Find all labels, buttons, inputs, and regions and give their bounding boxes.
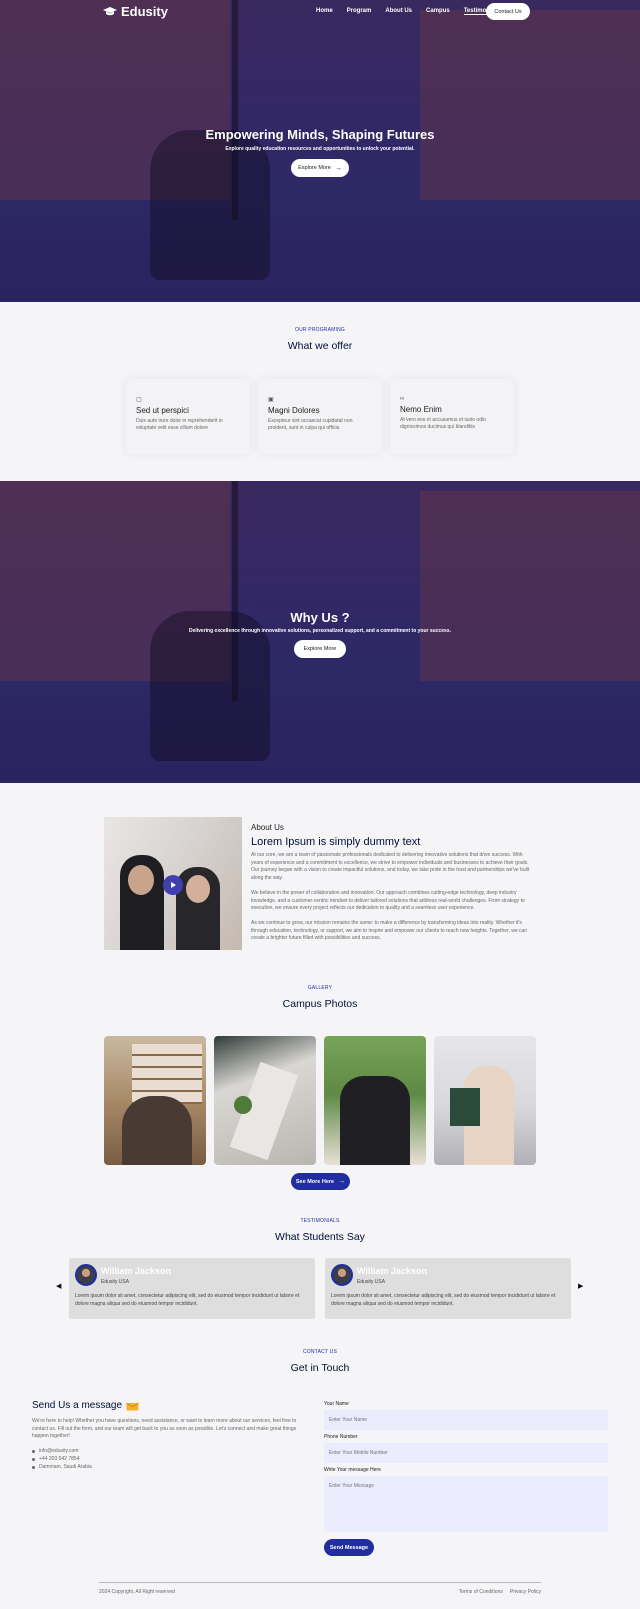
why-title: Why Us ? [290, 610, 350, 625]
phone-field[interactable] [324, 1443, 608, 1463]
gallery-photo-library[interactable] [104, 1036, 206, 1165]
contact-location-text: Dammam, Saudi Arabia [39, 1464, 92, 1470]
about-tag: About Us [251, 823, 284, 832]
about-title: Lorem Ipsum is simply dummy text [251, 836, 421, 848]
prev-arrow-icon[interactable]: ◀ [56, 1282, 61, 1290]
contact-tag: CONTACT US [302, 1349, 338, 1355]
brand-name: Edusity [121, 4, 168, 19]
graduate-face [186, 875, 210, 903]
offer-card-title: Sed ut perspici [136, 406, 189, 415]
graduates-figure [340, 1076, 410, 1165]
message-field[interactable] [324, 1476, 608, 1532]
privacy-link[interactable]: Privacy Policy [510, 1589, 541, 1595]
send-message-button[interactable]: Send Message [324, 1539, 374, 1556]
bookshelf [132, 1044, 202, 1104]
hero-building-right [420, 10, 640, 200]
gallery-photo-diploma[interactable] [434, 1036, 536, 1165]
avatar [75, 1264, 97, 1286]
graduation-cap-icon [103, 6, 117, 15]
contact-us-button[interactable]: Contact Us [486, 3, 530, 20]
contact-phone[interactable]: +44 203 542 7854 [32, 1455, 92, 1463]
hero-students [150, 130, 270, 280]
terms-link[interactable]: Terms of Conditions [459, 1589, 503, 1595]
testimonial-name: William Jackson [357, 1266, 427, 1276]
gallery-title: Campus Photos [282, 998, 358, 1010]
nav-link-about[interactable]: About Us [385, 8, 412, 15]
play-icon [171, 882, 176, 888]
footer: 2024 Copyright, All Right reserved Terms… [99, 1582, 541, 1595]
name-label: Your Name [324, 1401, 349, 1407]
contact-details: info@edusity.com +44 203 542 7854 Dammam… [32, 1447, 92, 1471]
testimonials-tag: TESTIMONIALS [300, 1218, 340, 1224]
contact-email[interactable]: info@edusity.com [32, 1447, 92, 1455]
image-icon: ▣ [268, 397, 274, 403]
hero-subtitle: Explore quality education resources and … [225, 146, 415, 152]
nav-link-home[interactable]: Home [316, 8, 333, 15]
send-message-title: Send Us a message [32, 1400, 123, 1411]
footer-links: Terms of Conditions Privacy Policy [459, 1589, 541, 1595]
testimonials-title: What Students Say [275, 1231, 365, 1243]
contact-location: Dammam, Saudi Arabia [32, 1463, 92, 1471]
why-subtitle: Delivering excellence through innovative… [188, 628, 451, 634]
gallery-tag: GALLERY [307, 985, 333, 991]
why-explore-label: Explore More [303, 646, 337, 652]
plant [234, 1096, 252, 1114]
about-paragraph: As we continue to grow, our mission rema… [251, 920, 528, 941]
graduate-face [128, 865, 154, 895]
mail-icon [126, 1402, 139, 1410]
offer-card-title: Magni Dolores [268, 406, 320, 415]
testimonial-location: Edusity USA [357, 1279, 386, 1285]
see-more-button[interactable]: See More Here → [291, 1173, 350, 1190]
copyright: 2024 Copyright, All Right reserved [99, 1589, 175, 1595]
hero-explore-button[interactable]: Explore More → [291, 159, 349, 177]
arrow-right-icon: → [334, 164, 342, 172]
hero-title: Empowering Minds, Shaping Futures [205, 127, 435, 142]
nav-link-campus[interactable]: Campus [426, 8, 450, 15]
send-message-heading: Send Us a message [32, 1400, 139, 1411]
contact-title: Get in Touch [290, 1362, 350, 1374]
offer-card-title: Nemo Enim [400, 405, 442, 414]
next-arrow-icon[interactable]: ▶ [578, 1282, 583, 1290]
offer-card-text: At vero eos et accusamus et iusto odio d… [400, 417, 486, 430]
offer-card-text: Excepteur sint occaecat cupidatat non pr… [268, 418, 353, 431]
gallery-photo-workspace[interactable] [214, 1036, 316, 1165]
avatar [331, 1264, 353, 1286]
testimonial-text: Lorem ipsum dolor sit amet, consectetur … [331, 1293, 556, 1307]
navbar: Edusity Home Program About Us Campus Tes… [0, 0, 640, 24]
message-label: Write Your message Here [324, 1467, 381, 1473]
gallery-photo-graduates[interactable] [324, 1036, 426, 1165]
students-figure [122, 1096, 192, 1165]
why-explore-button[interactable]: Explore More [294, 640, 346, 658]
arrow-right-icon: → [338, 1178, 346, 1185]
contact-email-text: info@edusity.com [39, 1448, 79, 1454]
see-more-label: See More Here [295, 1178, 335, 1185]
testimonial-card: William Jackson Edusity USA Lorem ipsum … [69, 1258, 315, 1319]
testimonial-name: William Jackson [101, 1266, 171, 1276]
name-field[interactable] [324, 1410, 608, 1430]
link-icon: ∞ [400, 396, 405, 402]
offer-card[interactable]: ∞ Nemo Enim At vero eos et accusamus et … [390, 379, 514, 454]
about-paragraph: We believe in the power of collaboration… [251, 890, 525, 911]
testimonial-text: Lorem ipsum dolor sit amet, consectetur … [75, 1293, 300, 1307]
about-paragraph: At our core, we are a team of passionate… [251, 852, 530, 881]
hero-explore-label: Explore More [298, 165, 331, 171]
why-building-right [420, 491, 640, 681]
nav-link-program[interactable]: Program [347, 8, 372, 15]
offer-card[interactable]: ▣ Magni Dolores Excepteur sint occaecat … [258, 379, 382, 454]
nav-links: Home Program About Us Campus Testimonial [316, 8, 497, 15]
offer-card[interactable]: ▢ Sed ut perspici Duis aute irure dolor … [126, 379, 250, 454]
contact-intro: We're here to help! Whether you have que… [32, 1418, 297, 1439]
contact-phone-text: +44 203 542 7854 [39, 1456, 80, 1462]
offer-card-text: Duis aute irure dolor in reprehenderit i… [136, 418, 223, 431]
play-button[interactable] [163, 875, 183, 895]
phone-label: Phone Number [324, 1434, 358, 1440]
diploma [450, 1088, 480, 1126]
about-image [104, 817, 242, 950]
testimonial-card: William Jackson Edusity USA Lorem ipsum … [325, 1258, 571, 1319]
programs-title: What we offer [287, 340, 353, 352]
grid-icon: ▢ [136, 397, 142, 403]
brand-logo[interactable]: Edusity [103, 4, 168, 19]
programs-tag: OUR PROGRAMING [294, 327, 346, 333]
testimonial-location: Edusity USA [101, 1279, 130, 1285]
